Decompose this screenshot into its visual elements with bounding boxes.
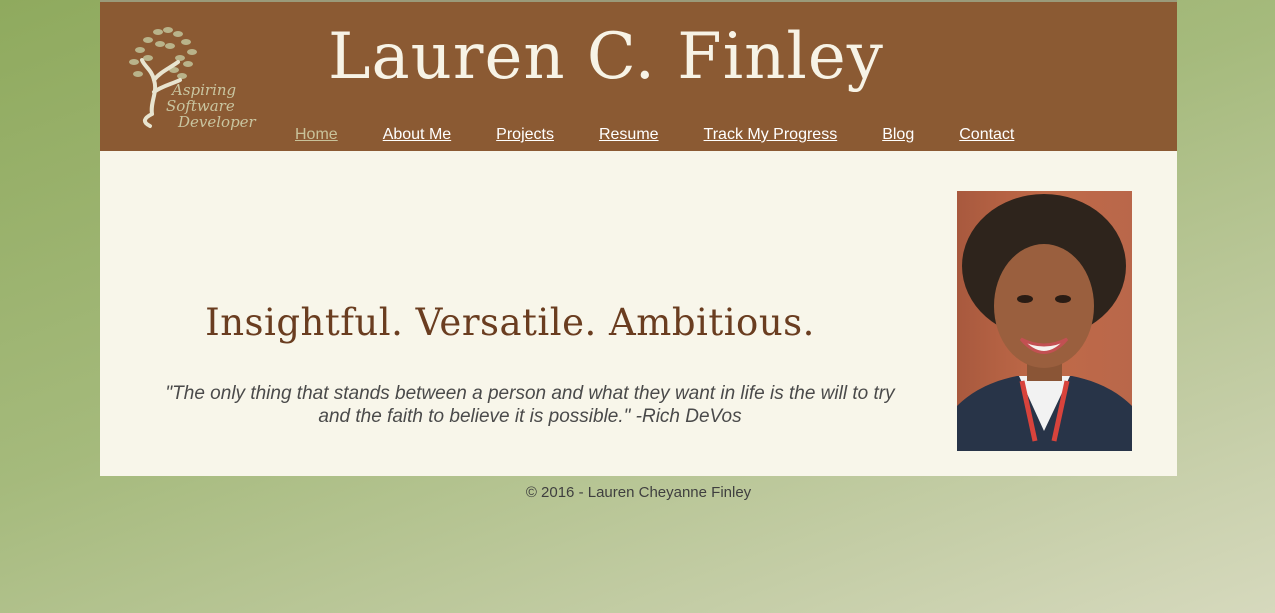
profile-portrait-illustration <box>957 194 1132 451</box>
footer-copyright: © 2016 - Lauren Cheyanne Finley <box>525 484 752 501</box>
nav-projects[interactable]: Projects <box>496 126 554 144</box>
quote: "The only thing that stands between a pe… <box>165 383 895 427</box>
site-logo[interactable]: Aspiring Software Developer <box>122 22 256 134</box>
main-content: Insightful. Versatile. Ambitious. "The o… <box>100 151 1177 476</box>
nav-track-my-progress[interactable]: Track My Progress <box>704 126 838 144</box>
nav-resume[interactable]: Resume <box>599 126 659 144</box>
nav-contact[interactable]: Contact <box>959 126 1014 144</box>
nav-blog[interactable]: Blog <box>882 126 914 144</box>
nav-about-me[interactable]: About Me <box>383 126 451 144</box>
site-title: Lauren C. Finley <box>328 20 884 94</box>
profile-photo <box>957 191 1132 451</box>
tagline: Insightful. Versatile. Ambitious. <box>205 301 815 344</box>
logo-line-developer: Developer <box>178 113 256 131</box>
main-nav: Home About Me Projects Resume Track My P… <box>295 126 1059 144</box>
nav-home[interactable]: Home <box>295 126 338 144</box>
page-container: Aspiring Software Developer Lauren C. Fi… <box>100 0 1177 501</box>
site-header: Aspiring Software Developer Lauren C. Fi… <box>100 0 1177 151</box>
